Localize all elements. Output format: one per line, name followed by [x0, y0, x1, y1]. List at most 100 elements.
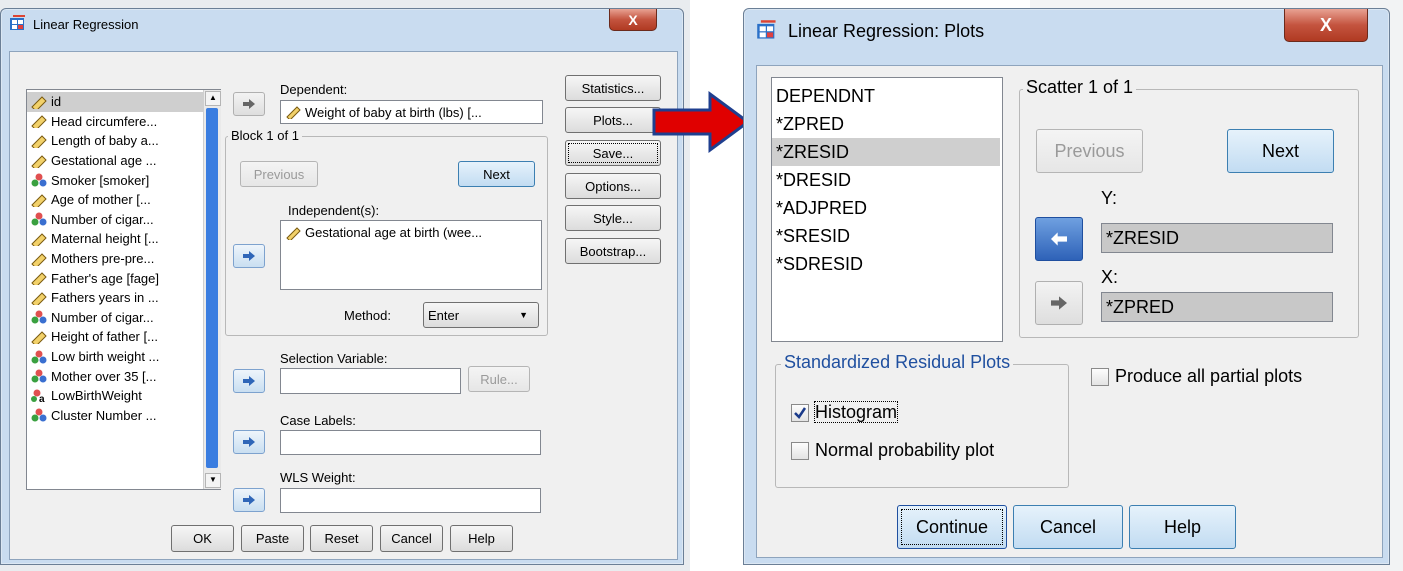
paste-button[interactable]: Paste: [241, 525, 304, 552]
case-labels-field[interactable]: [280, 430, 541, 455]
method-label: Method:: [344, 308, 391, 323]
block-title: Block 1 of 1: [228, 128, 302, 143]
variable-list-item[interactable]: a LowBirthWeight: [27, 386, 203, 406]
nominal-icon: [31, 350, 47, 364]
scale-ruler-icon: [31, 232, 47, 249]
standardized-residual-group: [775, 364, 1069, 488]
variable-list[interactable]: id Head circumfere... Length of baby a... G…: [26, 89, 221, 490]
move-to-case-labels-button[interactable]: [233, 430, 265, 454]
move-to-y-button[interactable]: [1035, 217, 1083, 261]
variable-list-item[interactable]: Mother over 35 [...: [27, 366, 203, 386]
variable-list-item[interactable]: Number of cigar...: [27, 308, 203, 328]
x-axis-field[interactable]: *ZPRED: [1101, 292, 1333, 322]
variable-list-item[interactable]: Father's age [fage]: [27, 268, 203, 288]
variable-list-item[interactable]: Length of baby a...: [27, 131, 203, 151]
y-axis-value: *ZRESID: [1106, 227, 1180, 248]
scroll-down-arrow[interactable]: ▼: [205, 473, 221, 488]
y-axis-field[interactable]: *ZRESID: [1101, 223, 1333, 253]
plot-variable-item[interactable]: *ADJPRED: [772, 194, 1000, 222]
nominal-icon: [31, 369, 47, 383]
title-bar[interactable]: Linear Regression: [1, 9, 683, 39]
scale-ruler-icon: [31, 134, 47, 151]
scatter-title: Scatter 1 of 1: [1023, 77, 1137, 98]
normal-probability-checkbox[interactable]: Normal probability plot: [791, 440, 994, 461]
style-button[interactable]: Style...: [565, 205, 661, 231]
plot-variable-item[interactable]: DEPENDNT: [772, 82, 1000, 110]
move-to-dependent-button[interactable]: [233, 92, 265, 116]
dependent-field[interactable]: Weight of baby at birth (lbs) [...: [280, 100, 543, 124]
close-button[interactable]: X: [609, 9, 657, 31]
checkbox-unchecked-icon[interactable]: [1091, 368, 1109, 387]
variable-label: Fathers years in ...: [51, 290, 159, 306]
cancel-button[interactable]: Cancel: [380, 525, 443, 552]
variable-list-item[interactable]: id: [27, 92, 203, 112]
checkbox-checked-icon[interactable]: [791, 404, 809, 423]
scale-ruler-icon: [31, 271, 47, 288]
cancel-button[interactable]: Cancel: [1013, 505, 1123, 549]
right-arrow-icon: [243, 251, 255, 261]
selection-variable-field[interactable]: [280, 368, 461, 394]
left-arrow-icon: [1051, 232, 1067, 246]
ok-button[interactable]: OK: [171, 525, 234, 552]
checkbox-unchecked-icon[interactable]: [791, 442, 809, 461]
variable-list-item[interactable]: Age of mother [...: [27, 190, 203, 210]
variable-list-scrollbar[interactable]: ▲ ▼: [203, 90, 221, 489]
plot-variable-item[interactable]: *ZPRED: [772, 110, 1000, 138]
variable-list-item[interactable]: Fathers years in ...: [27, 288, 203, 308]
variable-list-item[interactable]: Maternal height [...: [27, 229, 203, 249]
help-button[interactable]: Help: [1129, 505, 1236, 549]
method-value: Enter: [428, 307, 460, 323]
variable-list-item[interactable]: Height of father [...: [27, 327, 203, 347]
move-to-wls-button[interactable]: [233, 488, 265, 512]
plot-variable-item[interactable]: *SRESID: [772, 222, 1000, 250]
scale-ruler-icon: [31, 95, 47, 112]
partial-plots-checkbox[interactable]: Produce all partial plots: [1091, 366, 1302, 387]
variable-list-item[interactable]: Gestational age ...: [27, 151, 203, 171]
plot-variable-item[interactable]: *SDRESID: [772, 250, 1000, 278]
plot-variable-item[interactable]: *ZRESID: [772, 138, 1000, 166]
histogram-checkbox[interactable]: Histogram: [791, 401, 899, 423]
previous-button[interactable]: Previous: [240, 161, 318, 187]
variable-list-item[interactable]: Cluster Number ...: [27, 406, 203, 426]
options-button[interactable]: Options...: [565, 173, 661, 199]
normal-probability-label: Normal probability plot: [815, 440, 995, 460]
statistics-button[interactable]: Statistics...: [565, 75, 661, 101]
wls-weight-field[interactable]: [280, 488, 541, 513]
previous-button[interactable]: Previous: [1036, 129, 1143, 173]
variable-label: Height of father [...: [51, 329, 158, 345]
plots-button[interactable]: Plots...: [565, 107, 661, 133]
continue-button[interactable]: Continue: [897, 505, 1007, 549]
independent-list[interactable]: Gestational age at birth (wee...: [280, 220, 542, 290]
method-select[interactable]: Enter ▼: [423, 302, 539, 328]
x-axis-value: *ZPRED: [1106, 296, 1175, 317]
scale-ruler-icon: [285, 105, 301, 121]
scroll-up-arrow[interactable]: ▲: [205, 91, 221, 106]
plot-variable-item[interactable]: *DRESID: [772, 166, 1000, 194]
next-button[interactable]: Next: [458, 161, 535, 187]
variable-label: Head circumfere...: [51, 113, 158, 129]
next-button[interactable]: Next: [1227, 129, 1334, 173]
scroll-thumb[interactable]: [206, 108, 218, 468]
independent-item[interactable]: Gestational age at birth (wee...: [281, 221, 541, 243]
right-arrow-icon: [243, 437, 255, 447]
save-button[interactable]: Save...: [565, 140, 661, 166]
scale-ruler-icon: [31, 252, 47, 269]
rule-button[interactable]: Rule...: [468, 366, 530, 392]
variable-label: Smoker [smoker]: [51, 172, 150, 188]
close-button[interactable]: X: [1284, 9, 1368, 42]
variable-list-item[interactable]: Low birth weight ...: [27, 347, 203, 367]
variable-list-item[interactable]: Number of cigar...: [27, 210, 203, 230]
move-to-x-button[interactable]: [1035, 281, 1083, 325]
variable-list-item[interactable]: Smoker [smoker]: [27, 170, 203, 190]
dialog-client-area: DEPENDNT *ZPRED *ZRESID *DRESID *ADJPRED *SRE…: [756, 65, 1383, 558]
move-to-independent-button[interactable]: [233, 244, 265, 268]
bootstrap-button[interactable]: Bootstrap...: [565, 238, 661, 264]
help-button[interactable]: Help: [450, 525, 513, 552]
move-to-selection-button[interactable]: [233, 369, 265, 393]
variable-list-item[interactable]: Mothers pre-pre...: [27, 249, 203, 269]
variable-list-item[interactable]: Head circumfere...: [27, 112, 203, 132]
plot-variable-list[interactable]: DEPENDNT *ZPRED *ZRESID *DRESID *ADJPRED *SRE…: [771, 77, 1003, 342]
variable-label: Mothers pre-pre...: [51, 251, 155, 267]
variable-label: Low birth weight ...: [51, 349, 160, 365]
reset-button[interactable]: Reset: [310, 525, 373, 552]
